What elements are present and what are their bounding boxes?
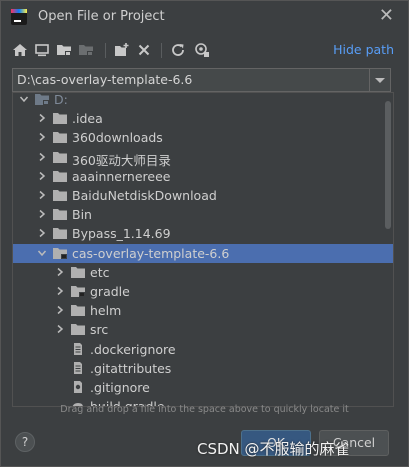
tree-row-label: D: [54,92,68,107]
title-bar: Open File or Project ✕ [1,1,408,33]
tree-row-label: 360downloads [72,130,163,146]
home-icon[interactable] [11,41,29,59]
tree-row-label: BaiduNetdiskDownload [72,188,217,203]
open-file-dialog: Open File or Project ✕ Hide path D:\cas-… [0,0,409,467]
tree-row-label: 360驱动大师目录 [72,152,171,168]
chevron-right-icon[interactable] [37,132,47,142]
tree-row-label: .idea [72,111,103,127]
folder-icon [71,323,85,336]
tree-row[interactable]: D: [13,92,393,109]
chevron-right-icon[interactable] [37,171,47,181]
tree-row[interactable]: 360downloads [13,128,393,147]
folder-icon [71,304,85,317]
folder-icon [53,208,67,221]
tree-row-label: gradle [90,284,130,299]
file-icon [71,342,85,355]
chevron-right-icon[interactable] [37,209,47,219]
chevron-right-icon[interactable] [55,305,65,315]
tree-row[interactable]: Bin [13,205,393,224]
tree-row[interactable]: etc [13,263,393,282]
tree-row-label: Bin [72,207,92,223]
tree-row-label: .gitattributes [90,360,172,376]
path-input[interactable]: D:\cas-overlay-template-6.6 [12,68,391,92]
chevron-down-icon[interactable] [37,248,47,258]
show-hidden-icon[interactable] [193,41,211,59]
desktop-icon[interactable] [33,41,51,59]
gitignore-file-icon [71,381,85,393]
tree-row[interactable]: Bypass_1.14.69 [13,224,393,243]
folder-icon [53,170,67,182]
chevron-right-icon[interactable] [37,113,47,123]
tree-row-label: .dockerignore [90,341,176,357]
new-folder-icon[interactable] [113,41,131,59]
project-folder-icon [53,247,67,259]
drop-hint: Drag and drop a file into the space abov… [60,404,349,415]
chevron-down-icon[interactable] [19,94,29,104]
folder-icon [53,112,67,125]
tree-row[interactable]: src [13,320,393,339]
file-icon [71,361,85,374]
tree-row-label: etc [90,264,110,280]
tree-row-label: cas-overlay-template-6.6 [72,245,230,261]
folder-icon [53,189,67,201]
tree-row[interactable]: aaainnernereee [13,167,393,186]
tree-row-label: Bypass_1.14.69 [72,226,171,242]
drive-icon [35,93,49,105]
csdn-watermark: CSDN @不服输的麻雀 [197,440,350,458]
chevron-right-icon[interactable] [55,267,65,277]
tree-row[interactable]: cas-overlay-template-6.6 [13,243,393,263]
refresh-icon[interactable] [169,41,187,59]
help-button[interactable]: ? [15,432,35,452]
delete-icon[interactable] [135,41,153,59]
folder-icon [53,227,67,240]
toolbar-separator [105,43,106,58]
tree-row[interactable]: 360驱动大师目录 [13,148,393,168]
tree-row-label: helm [90,303,122,319]
tree-row-label: src [90,322,109,338]
chevron-right-icon[interactable] [37,228,47,238]
project-folder-icon[interactable] [55,41,73,59]
folder-icon [71,266,85,278]
tree-scrollbar[interactable] [383,93,393,406]
close-button[interactable]: ✕ [379,7,394,25]
tree-row-label: aaainnernereee [72,168,171,184]
project-folder-icon [71,285,85,297]
chevron-right-icon[interactable] [37,190,47,200]
hide-path-link[interactable]: Hide path [333,42,394,57]
chevron-right-icon[interactable] [55,286,65,296]
tree-row[interactable]: BaiduNetdiskDownload [13,186,393,205]
file-tree[interactable]: D: .idea 360downloads 360驱动大师目录 aaainnernere… [12,92,394,407]
intellij-app-icon [11,9,27,25]
tree-row-label: .gitignore [90,380,150,395]
tree-row[interactable]: gradle [13,282,393,301]
folder-icon [53,131,67,144]
tree-row[interactable]: .dockerignore [13,340,393,359]
tree-row[interactable]: helm [13,301,393,320]
dialog-title: Open File or Project [38,9,165,24]
path-value[interactable]: D:\cas-overlay-template-6.6 [17,72,192,87]
scrollbar-thumb[interactable] [385,101,391,229]
chevron-right-icon[interactable] [55,324,65,334]
tree-row[interactable]: .gitattributes [13,359,393,378]
module-folder-icon[interactable] [77,41,95,59]
tree-row[interactable]: .gitignore [13,378,393,397]
toolbar-separator [161,43,162,58]
folder-icon [53,151,67,163]
chevron-right-icon[interactable] [37,152,47,162]
tree-row[interactable]: .idea [13,109,393,128]
chevron-down-icon[interactable] [369,69,390,91]
